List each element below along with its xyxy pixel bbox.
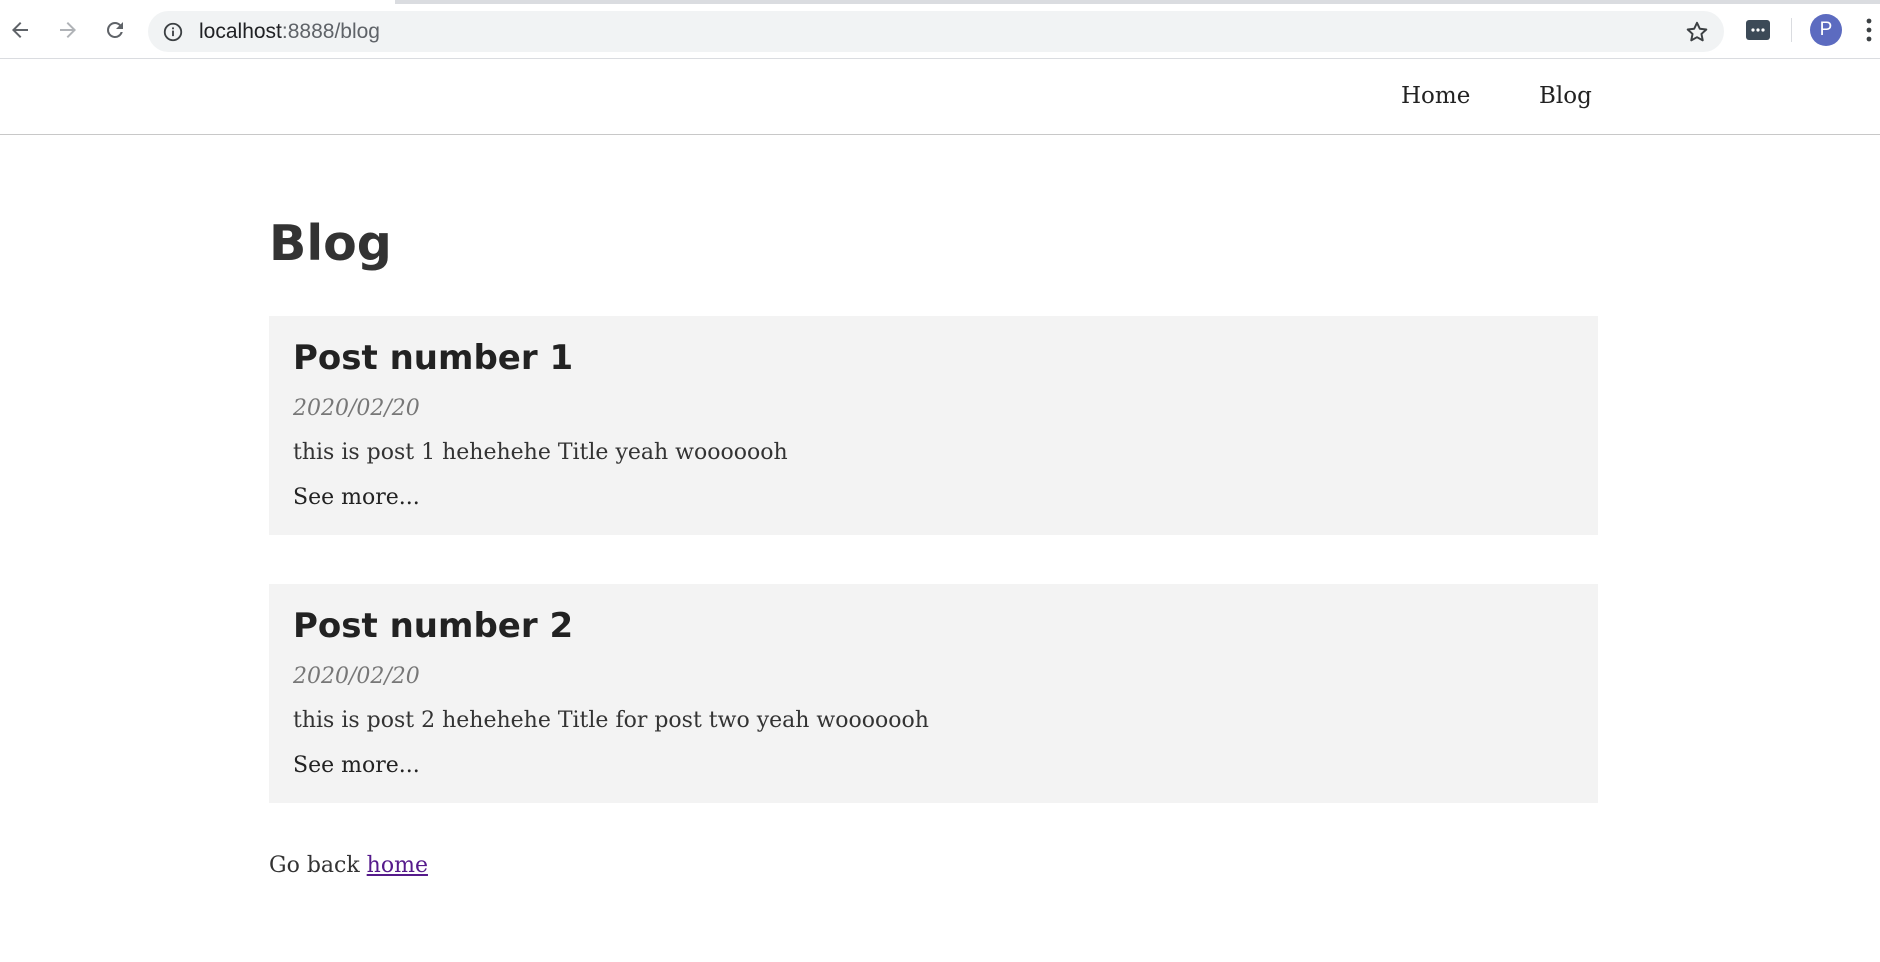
star-icon[interactable] [1684, 19, 1710, 45]
post-excerpt: this is post 2 hehehehe Title for post t… [293, 708, 929, 733]
post-excerpt: this is post 1 hehehehe Title yeah woooo… [293, 440, 788, 465]
forward-arrow-icon [60, 22, 76, 38]
url-host: localhost [199, 20, 282, 43]
site-header: Home Blog [0, 59, 1880, 135]
address-bar[interactable]: localhost:8888/blog [148, 11, 1724, 52]
nav-link-blog[interactable]: Blog [1539, 81, 1592, 111]
post-card: Post number 2 2020/02/20 this is post 2 … [269, 584, 1598, 803]
forward-button[interactable] [52, 14, 84, 46]
url-text[interactable]: localhost:8888/blog [199, 21, 380, 43]
home-link[interactable]: home [367, 853, 428, 878]
see-more-link[interactable]: See more... [293, 483, 420, 513]
page-title: Blog [269, 215, 392, 272]
post-date: 2020/02/20 [293, 396, 420, 421]
info-icon[interactable] [162, 21, 184, 43]
profile-avatar[interactable]: P [1810, 14, 1842, 46]
browser-toolbar: localhost:8888/blog P [0, 0, 1880, 59]
tab-strip-edge [395, 0, 1880, 4]
go-back-prefix: Go back [269, 853, 367, 878]
nav-link-home[interactable]: Home [1401, 81, 1470, 111]
go-back-text: Go back home [269, 851, 428, 881]
back-button[interactable] [4, 14, 36, 46]
post-title: Post number 2 [293, 606, 574, 646]
url-path: :8888/blog [281, 20, 380, 43]
more-vert-icon[interactable] [1863, 15, 1875, 45]
reload-icon [107, 21, 123, 38]
reload-button[interactable] [99, 14, 131, 46]
post-title: Post number 1 [293, 338, 574, 378]
post-card: Post number 1 2020/02/20 this is post 1 … [269, 316, 1598, 535]
post-date: 2020/02/20 [293, 664, 420, 689]
extension-icon[interactable] [1745, 17, 1771, 43]
toolbar-separator [1791, 18, 1792, 42]
see-more-link[interactable]: See more... [293, 751, 420, 781]
back-arrow-icon [12, 22, 28, 38]
